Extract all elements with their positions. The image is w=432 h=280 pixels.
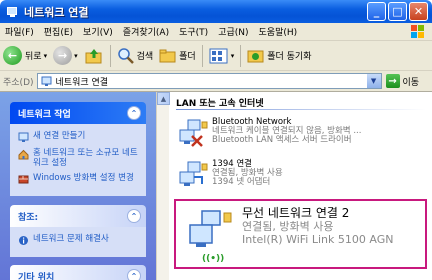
network-connections-icon xyxy=(41,76,52,86)
toolbar-separator xyxy=(240,44,242,67)
up-folder-button[interactable] xyxy=(81,43,107,69)
see-also-body: 네트워크 문제 해결사 xyxy=(10,227,146,257)
folders-button[interactable]: 폴더 xyxy=(156,43,199,69)
task-link-home-network[interactable]: 홈 네트워크 또는 소규모 네트워크 설정 xyxy=(18,148,140,168)
forward-button[interactable]: → ▾ xyxy=(50,43,81,69)
task-link-label: 새 연결 만들기 xyxy=(33,131,86,141)
task-link-firewall[interactable]: Windows 방화벽 설정 변경 xyxy=(18,173,140,185)
connection-item-bluetooth[interactable]: Bluetooth Network 네트워크 케이블 연결되지 않음, 방화벽 … xyxy=(176,118,361,150)
chevron-down-icon: ▾ xyxy=(43,51,48,60)
connection-device: 1394 넷 어댑터 xyxy=(212,177,271,187)
connection-device: Bluetooth LAN 액세스 서버 드라이버 xyxy=(212,135,352,145)
chevron-down-icon[interactable]: ▼ xyxy=(366,74,381,88)
task-pane: 네트워크 작업 ⌃ 새 연결 만들기 홈 네트워크 또는 소규모 네트워크 설정 xyxy=(0,92,156,280)
disconnected-network-icon xyxy=(176,118,212,150)
connection-device: Intel(R) WiFi Link 5100 AGN xyxy=(242,233,394,246)
other-places-header[interactable]: 기타 위치 ⌃ xyxy=(10,265,146,280)
maximize-button[interactable]: □ xyxy=(388,2,407,21)
svg-text:((•)): ((•)) xyxy=(202,254,224,263)
see-also-link-label: 네트워크 문제 해결사 xyxy=(33,234,109,244)
connection-item-wireless[interactable]: ((•)) 무선 네트워크 연결 2 연결됨, 방화벽 사용 Intel(R) … xyxy=(174,199,427,269)
network-tasks-panel: 네트워크 작업 ⌃ 새 연결 만들기 홈 네트워크 또는 소규모 네트워크 설정 xyxy=(10,102,146,196)
toolbar: ← 뒤로 ▾ → ▾ 검색 폴더 ▾ 폴더 동기화 xyxy=(0,41,432,71)
search-label: 검색 xyxy=(136,52,154,62)
see-also-header[interactable]: 참조: ⌃ xyxy=(10,205,146,227)
menu-edit[interactable]: 편집(E) xyxy=(39,25,78,38)
connection-name: 무선 네트워크 연결 2 xyxy=(242,206,350,220)
back-button[interactable]: ← 뒤로 ▾ xyxy=(0,43,50,69)
connection-item-1394[interactable]: 1394 연결 연결됨, 방화벽 사용 1394 넷 어댑터 xyxy=(176,160,283,192)
go-arrow-icon: → xyxy=(385,74,400,88)
see-also-panel: 참조: ⌃ 네트워크 문제 해결사 xyxy=(10,205,146,257)
network-tasks-title: 네트워크 작업 xyxy=(18,109,71,120)
menu-bar: 파일(F) 편집(E) 보기(V) 즐겨찾기(A) 도구(T) 고급(N) 도움… xyxy=(0,23,432,41)
group-header: LAN 또는 고속 인터넷 xyxy=(176,99,264,109)
connection-status: 연결됨, 방화벽 사용 xyxy=(242,220,334,233)
connected-network-icon xyxy=(176,160,212,192)
firewall-icon xyxy=(18,175,29,184)
folders-label: 폴더 xyxy=(179,52,196,62)
address-label: 주소(D) xyxy=(3,77,34,88)
chevron-down-icon: ▾ xyxy=(74,51,78,60)
task-link-label: Windows 방화벽 설정 변경 xyxy=(33,173,134,183)
menu-tools[interactable]: 도구(T) xyxy=(174,25,213,38)
address-value: 네트워크 연결 xyxy=(55,77,109,88)
title-bar: 네트워크 연결 _ □ ✕ xyxy=(0,0,432,23)
group-divider xyxy=(176,109,426,110)
windows-logo-icon xyxy=(410,24,426,39)
collapse-icon[interactable]: ⌃ xyxy=(127,106,141,120)
see-also-title: 참조: xyxy=(18,212,39,223)
menu-advanced[interactable]: 고급(N) xyxy=(213,25,253,38)
address-bar: 주소(D) 네트워크 연결 ▼ → 이동 xyxy=(0,71,432,92)
other-places-title: 기타 위치 xyxy=(18,272,55,280)
folders-icon xyxy=(159,49,176,62)
go-button[interactable]: → 이동 xyxy=(385,74,420,88)
wireless-network-icon: ((•)) xyxy=(184,207,238,264)
collapse-icon[interactable]: ⌃ xyxy=(127,209,141,223)
search-icon xyxy=(117,47,134,64)
go-label: 이동 xyxy=(402,77,420,88)
up-folder-icon xyxy=(85,48,102,63)
toolbar-separator xyxy=(109,44,111,67)
menu-view[interactable]: 보기(V) xyxy=(78,25,118,38)
task-link-new-connection[interactable]: 새 연결 만들기 xyxy=(18,131,140,143)
toolbar-separator xyxy=(201,44,203,67)
network-connections-icon xyxy=(6,6,19,18)
other-places-panel: 기타 위치 ⌃ xyxy=(10,265,146,280)
see-also-link-troubleshooter[interactable]: 네트워크 문제 해결사 xyxy=(18,234,140,246)
network-tasks-body: 새 연결 만들기 홈 네트워크 또는 소규모 네트워크 설정 Windows 방… xyxy=(10,124,146,196)
search-button[interactable]: 검색 xyxy=(114,43,157,69)
scroll-up-icon[interactable]: ▲ xyxy=(157,92,170,105)
task-link-label: 홈 네트워크 또는 소규모 네트워크 설정 xyxy=(33,148,138,168)
help-icon xyxy=(19,236,28,245)
connections-list: LAN 또는 고속 인터넷 Bluetooth Network 네트워크 케이블… xyxy=(170,92,432,280)
back-arrow-icon: ← xyxy=(3,46,22,65)
menu-file[interactable]: 파일(F) xyxy=(0,25,39,38)
address-field[interactable]: 네트워크 연결 ▼ xyxy=(36,73,382,89)
forward-arrow-icon: → xyxy=(53,46,73,65)
window-title: 네트워크 연결 xyxy=(24,5,89,19)
menu-favorites[interactable]: 즐겨찾기(A) xyxy=(118,25,174,38)
folder-sync-button[interactable]: 폴더 동기화 xyxy=(244,43,314,69)
folder-sync-icon xyxy=(247,50,264,62)
chevron-down-icon: ▾ xyxy=(230,51,235,60)
menu-help[interactable]: 도움말(H) xyxy=(254,25,303,38)
minimize-button[interactable]: _ xyxy=(367,2,386,21)
back-label: 뒤로 xyxy=(25,52,42,62)
views-icon xyxy=(209,48,228,63)
views-button[interactable]: ▾ xyxy=(206,43,238,69)
close-button[interactable]: ✕ xyxy=(409,2,428,21)
folder-sync-label: 폴더 동기화 xyxy=(267,52,312,62)
vertical-scrollbar[interactable]: ▲ xyxy=(156,92,170,280)
collapse-icon[interactable]: ⌃ xyxy=(127,269,141,280)
new-connection-icon xyxy=(18,132,29,142)
network-tasks-header[interactable]: 네트워크 작업 ⌃ xyxy=(10,102,146,124)
home-network-icon xyxy=(18,149,29,160)
